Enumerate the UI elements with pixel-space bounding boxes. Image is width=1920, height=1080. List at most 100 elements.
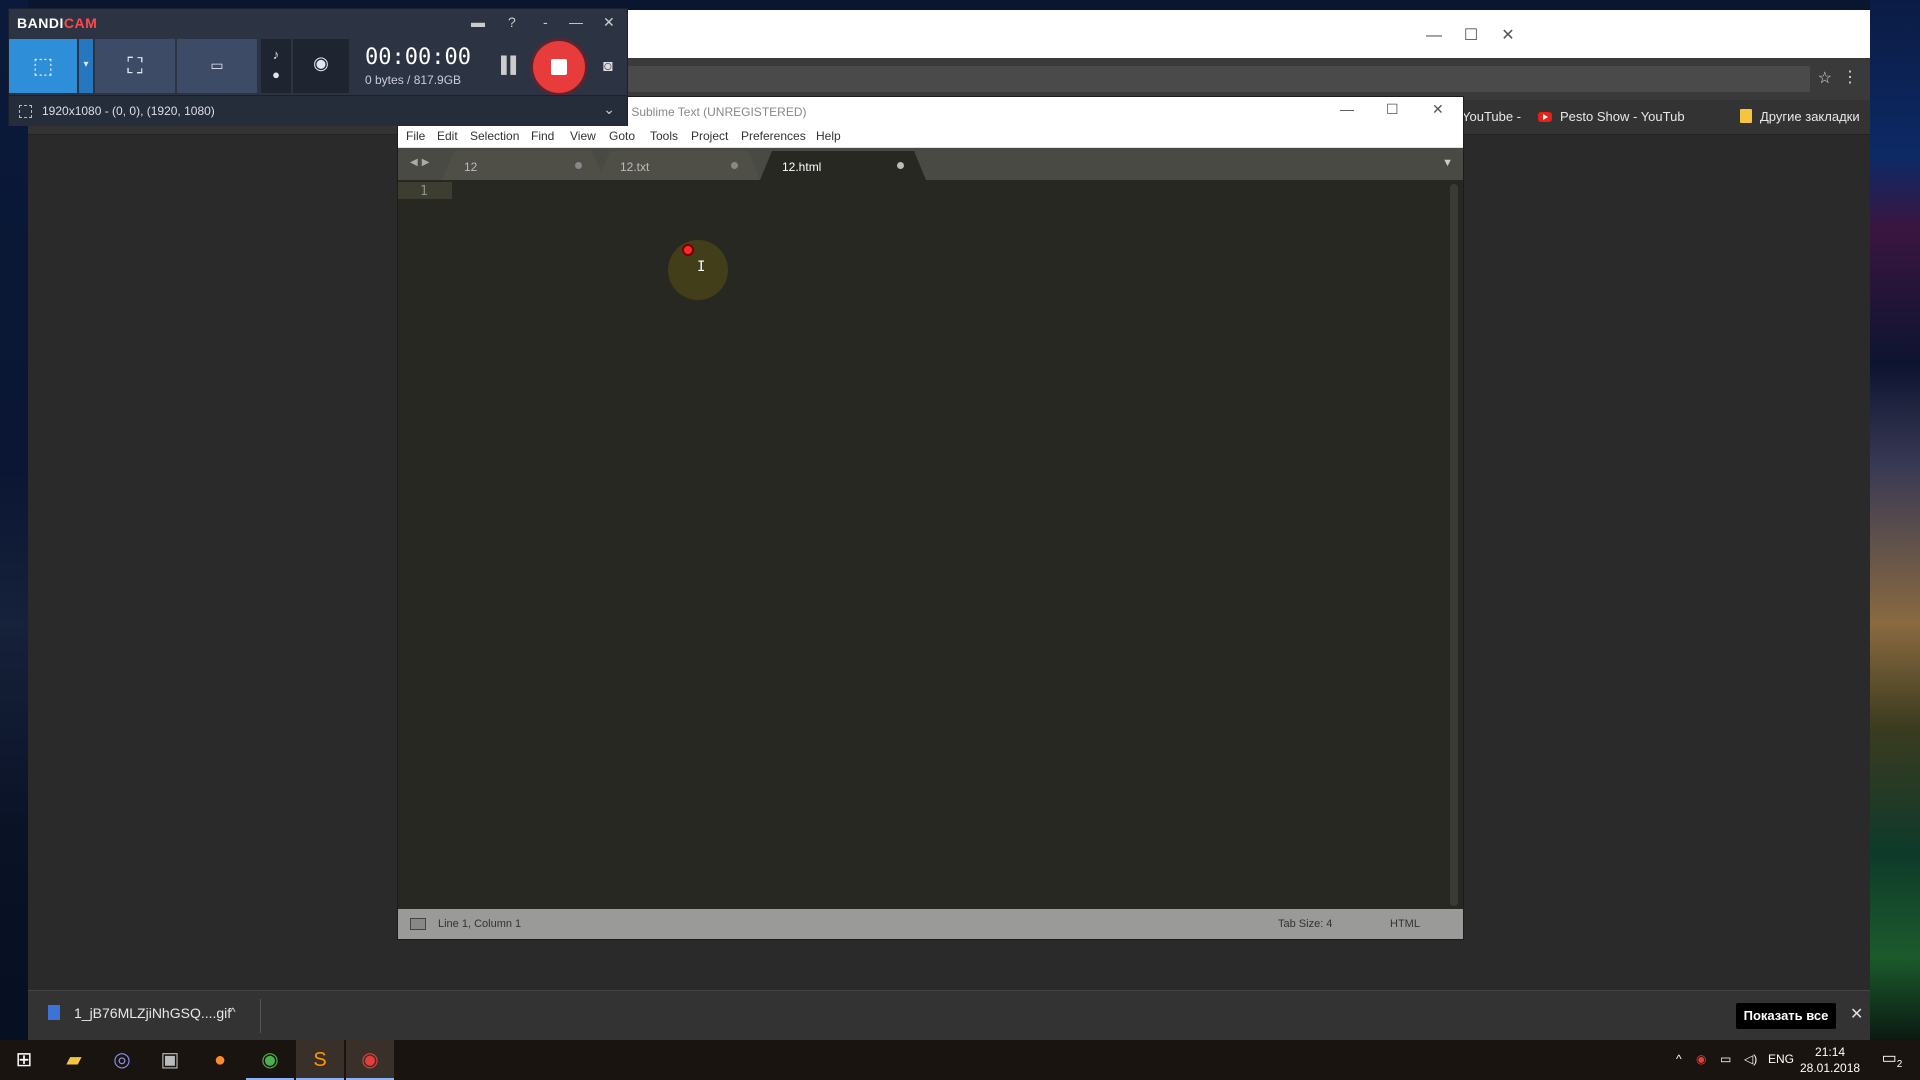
vertical-scrollbar[interactable] bbox=[1450, 184, 1458, 906]
recording-timer: 00:00:00 bbox=[365, 45, 471, 70]
tab-dropdown-icon[interactable]: ▼ bbox=[1442, 157, 1453, 169]
tab-bar: ◀▶ 12 12.txt 12.html ▼ bbox=[398, 148, 1463, 180]
chrome-icon[interactable]: ◉ bbox=[246, 1040, 294, 1080]
mode-dropdown-button[interactable]: ▾ bbox=[79, 39, 93, 93]
sublime-text-window: - Sublime Text (UNREGISTERED) — ☐ ✕ File… bbox=[397, 96, 1464, 940]
folder-icon[interactable]: ▬ bbox=[471, 14, 485, 30]
window-title: - Sublime Text (UNREGISTERED) bbox=[624, 105, 807, 119]
desktop-wallpaper-right bbox=[1870, 0, 1920, 1040]
language-indicator[interactable]: ENG bbox=[1768, 1052, 1794, 1066]
browser-minimize-button[interactable]: — bbox=[1424, 26, 1444, 46]
screenshot-camera-icon[interactable]: ◙ bbox=[603, 58, 613, 76]
bookmark-star-icon[interactable]: ☆ bbox=[1818, 68, 1832, 88]
menu-edit[interactable]: Edit bbox=[437, 129, 458, 143]
close-icon[interactable]: ✕ bbox=[1850, 1004, 1863, 1024]
close-icon[interactable]: ✕ bbox=[603, 14, 615, 31]
taskbar: ⊞ ▰ ◎ ▣ ● ◉ S ◉ ^ ◉ ▭ ◁) ENG 21:14 28.01.… bbox=[0, 1040, 1920, 1080]
tab-size[interactable]: Tab Size: 4 bbox=[1278, 918, 1332, 930]
menu-help[interactable]: Help bbox=[816, 129, 841, 143]
menu-file[interactable]: File bbox=[406, 129, 425, 143]
minimize-icon[interactable]: — bbox=[569, 14, 583, 30]
chevron-up-icon[interactable]: ^ bbox=[230, 1005, 236, 1019]
cursor-position: Line 1, Column 1 bbox=[438, 918, 522, 930]
panel-toggle-icon[interactable] bbox=[410, 918, 426, 930]
click-indicator-icon bbox=[682, 244, 694, 256]
region-select-icon[interactable] bbox=[19, 105, 32, 118]
gamepad-icon: ⛶ bbox=[127, 53, 143, 78]
download-bar: 1_jB76MLZjiNhGSQ....gif ^ Показать все ✕ bbox=[28, 990, 1870, 1041]
capture-region: 1920x1080 - (0, 0), (1920, 1080) bbox=[42, 104, 215, 118]
firefox-icon[interactable]: ● bbox=[196, 1040, 244, 1080]
help-icon[interactable]: ? bbox=[508, 14, 516, 30]
audio-toggle-button[interactable]: ♪ ● bbox=[261, 39, 291, 93]
bandicam-tray-icon[interactable]: ◉ bbox=[1696, 1052, 1706, 1066]
tab-nav-arrows-icon[interactable]: ◀▶ bbox=[410, 157, 433, 168]
menu-preferences[interactable]: Preferences bbox=[741, 129, 806, 143]
line-number: 1 bbox=[420, 184, 428, 199]
file-icon bbox=[48, 1005, 60, 1020]
game-record-mode-button[interactable]: ⛶ bbox=[95, 39, 175, 93]
microphone-icon: ● bbox=[272, 67, 280, 82]
chevron-down-icon[interactable]: ⌄ bbox=[603, 101, 615, 118]
syntax-mode[interactable]: HTML bbox=[1390, 918, 1420, 930]
notification-center-icon[interactable]: ▭2 bbox=[1880, 1048, 1904, 1072]
webcam-toggle-button[interactable]: ◉ bbox=[293, 39, 349, 93]
unsaved-dot-icon[interactable] bbox=[897, 162, 904, 169]
status-bar: Line 1, Column 1 Tab Size: 4 HTML bbox=[398, 909, 1463, 939]
pause-icon[interactable]: ▌▌ bbox=[501, 57, 522, 75]
download-item[interactable]: 1_jB76MLZjiNhGSQ....gif bbox=[48, 1005, 231, 1021]
webcam-icon: ◉ bbox=[313, 53, 329, 73]
discord-icon[interactable]: ◎ bbox=[98, 1040, 146, 1080]
volume-icon[interactable]: ◁) bbox=[1744, 1052, 1757, 1066]
editor-area[interactable]: 1 bbox=[398, 180, 1463, 909]
bandicam-region-bar: 1920x1080 - (0, 0), (1920, 1080) ⌄ bbox=[9, 95, 627, 126]
screen-rect-icon: ⬚ bbox=[32, 53, 54, 78]
menu-bar: File Edit Selection Find View Goto Tools… bbox=[398, 125, 1463, 148]
sublime-text-icon[interactable]: S bbox=[296, 1040, 344, 1080]
network-icon[interactable]: ▭ bbox=[1720, 1052, 1731, 1066]
stop-record-button[interactable] bbox=[533, 41, 585, 93]
menu-goto[interactable]: Goto bbox=[609, 129, 635, 143]
close-icon[interactable]: ✕ bbox=[1432, 101, 1444, 118]
tab-12[interactable]: 12 bbox=[442, 151, 604, 180]
hdmi-icon: ▭ bbox=[210, 57, 224, 73]
file-explorer-icon[interactable]: ▰ bbox=[50, 1040, 98, 1080]
bandicam-logo: BANDICAM bbox=[17, 15, 98, 31]
bandicam-header: BANDICAM ▬ ? - — ✕ bbox=[9, 9, 627, 37]
minimize-icon[interactable]: — bbox=[1340, 101, 1354, 117]
browser-menu-icon[interactable]: ⋮ bbox=[1842, 67, 1858, 87]
browser-close-button[interactable]: ✕ bbox=[1498, 26, 1518, 46]
folder-icon bbox=[1740, 109, 1752, 123]
desktop-wallpaper-left bbox=[0, 0, 28, 1040]
unsaved-dot-icon[interactable] bbox=[731, 162, 738, 169]
hdmi-record-mode-button[interactable]: ▭ bbox=[177, 39, 257, 93]
recording-size: 0 bytes / 817.9GB bbox=[365, 73, 462, 87]
app-icon[interactable]: ▣ bbox=[146, 1040, 194, 1080]
clock[interactable]: 21:14 28.01.2018 bbox=[1800, 1044, 1860, 1076]
menu-view[interactable]: View bbox=[570, 129, 596, 143]
settings-icon[interactable]: - bbox=[543, 14, 548, 30]
text-cursor-icon: I bbox=[697, 259, 706, 275]
menu-selection[interactable]: Selection bbox=[470, 129, 519, 143]
browser-maximize-button[interactable]: ☐ bbox=[1461, 26, 1481, 46]
bookmark-pesto-show[interactable]: Pesto Show - YouTub bbox=[1538, 109, 1685, 124]
menu-project[interactable]: Project bbox=[691, 129, 728, 143]
chevron-down-icon: ▾ bbox=[83, 59, 89, 70]
bandicam-window: BANDICAM ▬ ? - — ✕ ⬚ ▾ ⛶ ▭ ♪ ● ◉ 00:00:00… bbox=[8, 8, 628, 126]
youtube-icon bbox=[1538, 112, 1552, 122]
bandicam-icon[interactable]: ◉ bbox=[346, 1040, 394, 1080]
bookmark-youtube[interactable]: YouTube - bbox=[1462, 109, 1521, 124]
menu-tools[interactable]: Tools bbox=[650, 129, 678, 143]
tab-12-txt[interactable]: 12.txt bbox=[598, 151, 760, 180]
download-separator bbox=[260, 999, 261, 1033]
bookmark-other-bookmarks[interactable]: Другие закладки bbox=[1740, 109, 1860, 124]
tab-12-html[interactable]: 12.html bbox=[760, 151, 926, 180]
windows-start-icon[interactable]: ⊞ bbox=[0, 1040, 48, 1080]
show-all-button[interactable]: Показать все bbox=[1736, 1003, 1836, 1029]
maximize-icon[interactable]: ☐ bbox=[1386, 101, 1399, 118]
menu-find[interactable]: Find bbox=[531, 129, 554, 143]
tray-expand-icon[interactable]: ^ bbox=[1676, 1052, 1682, 1066]
screen-record-mode-button[interactable]: ⬚ bbox=[9, 39, 77, 93]
speaker-icon: ♪ bbox=[272, 47, 280, 62]
unsaved-dot-icon[interactable] bbox=[575, 162, 582, 169]
